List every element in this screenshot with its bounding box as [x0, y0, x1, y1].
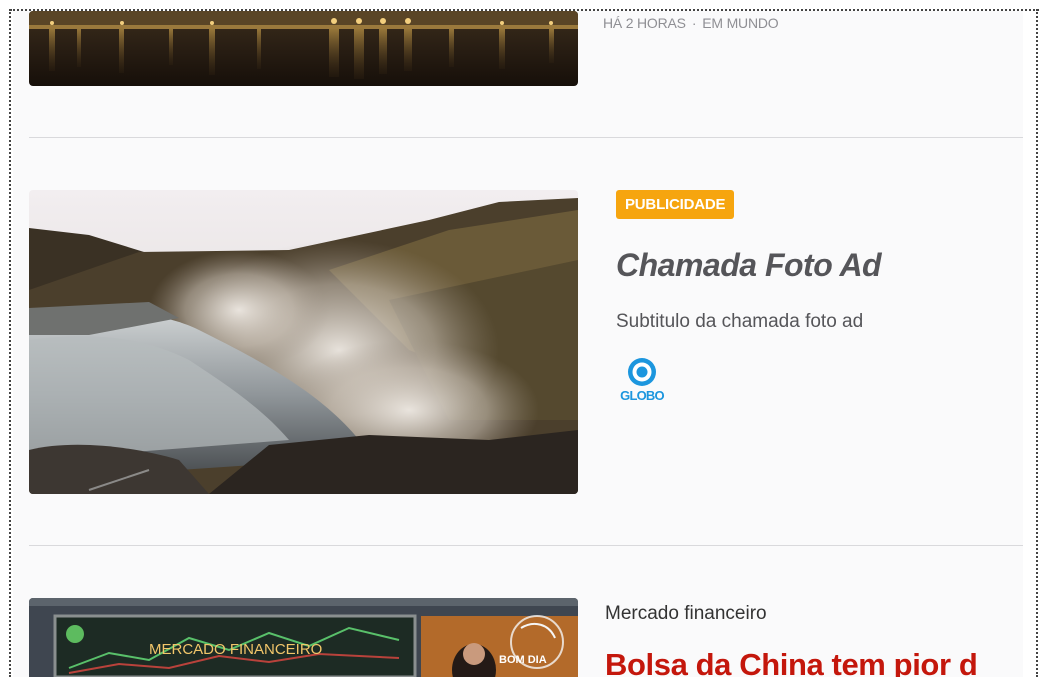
globo-logo: GLOBO — [613, 357, 671, 407]
article-3-headline[interactable]: Bolsa da China tem pior d — [605, 647, 978, 677]
globo-icon — [628, 358, 656, 386]
article-3-kicker[interactable]: Mercado financeiro — [605, 603, 767, 625]
news-feed: HÁ 2 HORAS · EM MUNDO PUBLICIDADE Chamad… — [13, 11, 1023, 677]
ad-thumbnail[interactable] — [29, 190, 578, 494]
article-1-section[interactable]: EM MUNDO — [702, 15, 778, 31]
sponsored-badge: PUBLICIDADE — [616, 190, 735, 219]
ad-subtitle: Subtitulo da chamada foto ad — [616, 311, 864, 332]
selection-frame-right — [1036, 9, 1038, 677]
bom-dia-logo-text: BOM DIA — [499, 654, 547, 666]
mercado-screen-label: MERCADO FINANCEIRO — [149, 641, 322, 658]
divider — [29, 545, 1023, 546]
meta-separator: · — [691, 15, 697, 31]
article-3-thumbnail[interactable]: MERCADO FINANCEIRO BOM DIA — [29, 598, 578, 677]
globo-wordmark: GLOBO — [620, 388, 664, 403]
article-1-time: HÁ 2 HORAS — [603, 15, 686, 31]
selection-frame-left — [9, 9, 11, 677]
article-1-thumbnail[interactable] — [29, 11, 578, 86]
ad-title[interactable]: Chamada Foto Ad — [616, 247, 882, 284]
article-1-meta: HÁ 2 HORAS · EM MUNDO — [603, 15, 779, 31]
divider — [29, 137, 1023, 138]
